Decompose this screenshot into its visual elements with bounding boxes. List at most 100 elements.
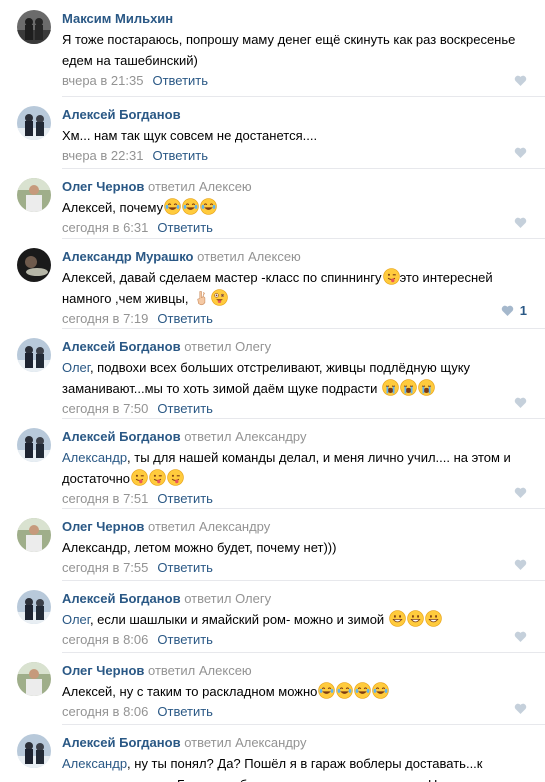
winking-tongue-emoji-icon: [149, 469, 166, 486]
avatar[interactable]: [17, 10, 51, 44]
like-button[interactable]: [514, 631, 527, 642]
reply-link[interactable]: Ответить: [157, 632, 213, 647]
crying-loud-emoji-icon: [418, 379, 435, 396]
comment-time[interactable]: сегодня в 7:55: [62, 560, 148, 575]
emoji-group: [381, 379, 435, 396]
laughing-tears-emoji-icon: [318, 682, 336, 699]
comment-text: , если шашлыки и ямайский ром- можно и з…: [89, 612, 388, 627]
comment: Максим Мильхин Я тоже постараюсь, попрош…: [0, 0, 545, 96]
emoji-group: [382, 268, 400, 285]
emoji-group: [192, 289, 228, 306]
mention-link[interactable]: Александр: [62, 450, 127, 465]
comment-time[interactable]: вчера в 21:35: [62, 73, 143, 88]
comment: Алексей Богданов Хм... нам так щук совсе…: [0, 96, 545, 168]
comment-text: Я тоже постараюсь, попрошу маму денег ещ…: [62, 32, 516, 68]
like-count: 1: [519, 303, 527, 318]
reply-to-label: ответил Олегу: [184, 591, 272, 606]
author-name[interactable]: Олег Чернов: [62, 663, 144, 678]
reply-link[interactable]: Ответить: [157, 311, 213, 326]
author-name[interactable]: Алексей Богданов: [62, 339, 181, 354]
heart-icon: [514, 703, 527, 714]
comment-time[interactable]: сегодня в 7:51: [62, 491, 148, 506]
emoji-group: [388, 610, 442, 627]
comment-time[interactable]: сегодня в 7:50: [62, 401, 148, 416]
crazy-face-emoji-icon: [211, 289, 228, 306]
avatar[interactable]: [17, 428, 51, 462]
author-name[interactable]: Максим Мильхин: [62, 11, 173, 26]
author-name[interactable]: Олег Чернов: [62, 179, 144, 194]
author-name[interactable]: Алексей Богданов: [62, 591, 181, 606]
laughing-tears-emoji-icon: [336, 682, 354, 699]
mention-link[interactable]: Олег: [62, 612, 90, 627]
reply-link[interactable]: Ответить: [152, 73, 208, 88]
avatar[interactable]: [17, 734, 51, 768]
reply-link[interactable]: Ответить: [157, 491, 213, 506]
like-button[interactable]: [514, 147, 527, 158]
grinning-emoji-icon: [425, 610, 442, 627]
comment: Олег Чернов ответил Алексею Алексей, поч…: [0, 168, 545, 238]
comment: Олег Чернов ответил Александру Александр…: [0, 508, 545, 580]
comment: Алексей Богданов ответил Олегу Олег, есл…: [0, 580, 545, 652]
laughing-tears-emoji-icon: [200, 198, 217, 215]
comment-time[interactable]: вчера в 22:31: [62, 148, 143, 163]
comment: Олег Чернов ответил Алексею Алексей, ну …: [0, 652, 545, 724]
winking-tongue-emoji-icon: [167, 469, 184, 486]
like-button[interactable]: 1: [501, 303, 527, 318]
comment-text: Алексей, ну с таким то раскладном можно: [62, 684, 318, 699]
avatar[interactable]: [17, 106, 51, 140]
comment-time[interactable]: сегодня в 7:19: [62, 311, 148, 326]
emoji-group: [130, 469, 184, 486]
avatar[interactable]: [17, 248, 51, 282]
heart-icon: [514, 631, 527, 642]
emoji-group: [163, 198, 217, 215]
crying-loud-emoji-icon: [382, 379, 399, 396]
avatar[interactable]: [17, 590, 51, 624]
comment-time[interactable]: сегодня в 6:31: [62, 220, 148, 235]
like-button[interactable]: [514, 487, 527, 498]
comment: Алексей Богданов ответил Александру Алек…: [0, 724, 545, 782]
heart-icon: [514, 217, 527, 228]
reply-to-label: ответил Алексею: [148, 179, 252, 194]
laughing-tears-emoji-icon: [372, 682, 390, 699]
reply-to-label: ответил Алексею: [197, 249, 301, 264]
comment-text: Александр, летом можно будет, почему нет…: [62, 540, 337, 555]
avatar[interactable]: [17, 338, 51, 372]
emoji-group: [317, 682, 390, 699]
mention-link[interactable]: Александр: [62, 756, 127, 771]
author-name[interactable]: Алексей Богданов: [62, 107, 181, 122]
author-name[interactable]: Алексей Богданов: [62, 735, 181, 750]
reply-to-label: ответил Олегу: [184, 339, 272, 354]
comment: Александр Мурашко ответил Алексею Алексе…: [0, 238, 545, 328]
reply-to-label: ответил Алексею: [148, 663, 252, 678]
author-name[interactable]: Александр Мурашко: [62, 249, 194, 264]
laughing-tears-emoji-icon: [164, 198, 181, 215]
comment-time[interactable]: сегодня в 8:06: [62, 704, 148, 719]
crying-loud-emoji-icon: [400, 379, 417, 396]
grinning-emoji-icon: [389, 610, 406, 627]
reply-to-label: ответил Александру: [184, 735, 307, 750]
like-button[interactable]: [514, 397, 527, 408]
like-button[interactable]: [514, 75, 527, 86]
like-button[interactable]: [514, 217, 527, 228]
comments-feed: Максим Мильхин Я тоже постараюсь, попрош…: [0, 0, 545, 782]
mention-link[interactable]: Олег: [62, 360, 90, 375]
reply-link[interactable]: Ответить: [152, 148, 208, 163]
winking-tongue-emoji-icon: [382, 268, 400, 285]
reply-link[interactable]: Ответить: [157, 401, 213, 416]
reply-link[interactable]: Ответить: [157, 220, 213, 235]
reply-link[interactable]: Ответить: [157, 704, 213, 719]
author-name[interactable]: Алексей Богданов: [62, 429, 181, 444]
reply-to-label: ответил Александру: [184, 429, 307, 444]
heart-icon: [514, 559, 527, 570]
heart-icon: [514, 397, 527, 408]
author-name[interactable]: Олег Чернов: [62, 519, 144, 534]
hand-gesture-emoji-icon: [193, 289, 210, 306]
like-button[interactable]: [514, 703, 527, 714]
like-button[interactable]: [514, 559, 527, 570]
avatar[interactable]: [17, 662, 51, 696]
avatar[interactable]: [17, 518, 51, 552]
comment-time[interactable]: сегодня в 8:06: [62, 632, 148, 647]
comment-text: Хм... нам так щук совсем не достанется..…: [62, 128, 318, 143]
reply-link[interactable]: Ответить: [157, 560, 213, 575]
avatar[interactable]: [17, 178, 51, 212]
